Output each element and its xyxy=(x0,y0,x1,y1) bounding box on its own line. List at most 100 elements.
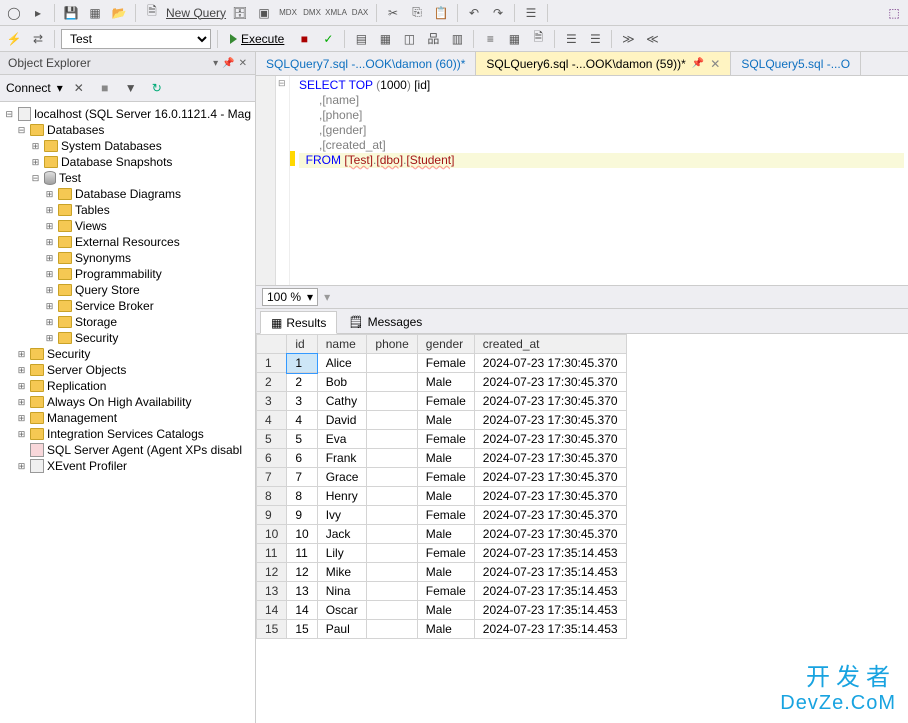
cell[interactable]: Male xyxy=(417,563,474,582)
cell[interactable]: 8 xyxy=(257,487,287,506)
cell[interactable]: 7 xyxy=(257,468,287,487)
expand-icon[interactable]: ⊞ xyxy=(16,429,27,440)
cell[interactable]: 9 xyxy=(257,506,287,525)
collapse-icon[interactable]: ⊟ xyxy=(30,173,41,184)
cell[interactable]: Female xyxy=(417,544,474,563)
expand-icon[interactable]: ⊞ xyxy=(44,205,55,216)
expand-icon[interactable]: ⊞ xyxy=(44,269,55,280)
expand-icon[interactable]: ⊞ xyxy=(16,365,27,376)
pin-icon[interactable]: 📌 xyxy=(222,58,234,69)
cut-icon[interactable]: ✂ xyxy=(383,3,403,23)
outdent-icon[interactable]: ≪ xyxy=(642,29,662,49)
cell[interactable]: 2 xyxy=(287,373,317,392)
expand-icon[interactable]: ⊞ xyxy=(44,333,55,344)
db-child-node[interactable]: ⊞Synonyms xyxy=(2,250,253,266)
cell[interactable]: 11 xyxy=(257,544,287,563)
cell[interactable]: David xyxy=(317,411,367,430)
pin-icon[interactable]: 📌 xyxy=(692,58,704,69)
table-row[interactable]: 11AliceFemale2024-07-23 17:30:45.370 xyxy=(257,354,627,373)
parse-icon[interactable]: ✓ xyxy=(318,29,338,49)
table-row[interactable]: 33CathyFemale2024-07-23 17:30:45.370 xyxy=(257,392,627,411)
cell[interactable] xyxy=(367,430,417,449)
cell[interactable]: 15 xyxy=(287,620,317,639)
new-query-label[interactable]: New Query xyxy=(166,6,226,20)
results-file-icon[interactable]: 🗎 xyxy=(528,29,548,49)
cell[interactable]: 3 xyxy=(287,392,317,411)
connect-icon[interactable]: ⚡ xyxy=(4,29,24,49)
cell[interactable]: 13 xyxy=(287,582,317,601)
find-icon[interactable]: ☰ xyxy=(521,3,541,23)
system-databases-node[interactable]: ⊞System Databases xyxy=(2,138,253,154)
sql-agent-node[interactable]: SQL Server Agent (Agent XPs disabl xyxy=(2,442,253,458)
cell[interactable]: 1 xyxy=(257,354,287,373)
code-text[interactable]: SELECT TOP (1000) [id] ,[name] ,[phone] … xyxy=(295,76,908,285)
cell[interactable]: Nina xyxy=(317,582,367,601)
close-icon[interactable]: ✕ xyxy=(710,57,720,71)
filter-icon[interactable]: ▼ xyxy=(121,78,141,98)
cell[interactable]: 9 xyxy=(287,506,317,525)
expand-icon[interactable]: ⊞ xyxy=(30,141,41,152)
expand-icon[interactable]: ⊞ xyxy=(16,461,27,472)
cell[interactable]: 2024-07-23 17:30:45.370 xyxy=(474,525,626,544)
cell[interactable]: 2024-07-23 17:30:45.370 xyxy=(474,411,626,430)
cell[interactable]: Male xyxy=(417,411,474,430)
cell[interactable]: 4 xyxy=(287,411,317,430)
cell[interactable]: 2024-07-23 17:35:14.453 xyxy=(474,601,626,620)
collapse-icon[interactable]: ⊟ xyxy=(278,78,287,87)
table-row[interactable]: 66FrankMale2024-07-23 17:30:45.370 xyxy=(257,449,627,468)
db-child-node[interactable]: ⊞Tables xyxy=(2,202,253,218)
cell[interactable]: 15 xyxy=(257,620,287,639)
table-row[interactable]: 22BobMale2024-07-23 17:30:45.370 xyxy=(257,373,627,392)
tab-messages[interactable]: 🗒Messages xyxy=(337,311,433,333)
cell[interactable]: 2024-07-23 17:30:45.370 xyxy=(474,487,626,506)
cell[interactable]: Male xyxy=(417,525,474,544)
cell[interactable]: 2024-07-23 17:35:14.453 xyxy=(474,620,626,639)
cell[interactable]: Male xyxy=(417,601,474,620)
server-child-node[interactable]: ⊞Management xyxy=(2,410,253,426)
table-row[interactable]: 1515PaulMale2024-07-23 17:35:14.453 xyxy=(257,620,627,639)
results-grid-icon[interactable]: ▦ xyxy=(504,29,524,49)
cell[interactable]: Paul xyxy=(317,620,367,639)
cell[interactable]: 4 xyxy=(257,411,287,430)
cell[interactable]: Male xyxy=(417,620,474,639)
db-child-node[interactable]: ⊞Programmability xyxy=(2,266,253,282)
cell[interactable] xyxy=(367,487,417,506)
server-child-node[interactable]: ⊞Integration Services Catalogs xyxy=(2,426,253,442)
cell[interactable]: Cathy xyxy=(317,392,367,411)
copy-icon[interactable]: ⎘ xyxy=(407,3,427,23)
cell[interactable]: Female xyxy=(417,468,474,487)
cell[interactable]: 2024-07-23 17:30:45.370 xyxy=(474,392,626,411)
results-text-icon[interactable]: ≡ xyxy=(480,29,500,49)
tab-results[interactable]: ▦Results xyxy=(260,311,337,334)
redo-icon[interactable]: ↷ xyxy=(488,3,508,23)
xmla-icon[interactable]: XMLA xyxy=(326,3,346,23)
cell[interactable]: 2024-07-23 17:35:14.453 xyxy=(474,582,626,601)
column-header[interactable] xyxy=(257,335,287,354)
tab-query7[interactable]: SQLQuery7.sql -...OOK\damon (60))* xyxy=(256,52,476,75)
sql-editor[interactable]: ⊟ SELECT TOP (1000) [id] ,[name] ,[phone… xyxy=(256,76,908,286)
indent-icon[interactable]: ≫ xyxy=(618,29,638,49)
table-row[interactable]: 77GraceFemale2024-07-23 17:30:45.370 xyxy=(257,468,627,487)
nav-fwd-icon[interactable]: ▸ xyxy=(28,3,48,23)
cell[interactable] xyxy=(367,525,417,544)
table-row[interactable]: 55EvaFemale2024-07-23 17:30:45.370 xyxy=(257,430,627,449)
expand-icon[interactable]: ⊞ xyxy=(44,221,55,232)
server-child-node[interactable]: ⊞Server Objects xyxy=(2,362,253,378)
cell[interactable]: Mike xyxy=(317,563,367,582)
nav-back-icon[interactable]: ◯ xyxy=(4,3,24,23)
cell[interactable]: 11 xyxy=(287,544,317,563)
chevron-down-icon[interactable]: ▾ xyxy=(57,81,63,95)
cell[interactable]: Eva xyxy=(317,430,367,449)
stop-icon[interactable]: ■ xyxy=(95,78,115,98)
cell[interactable]: Female xyxy=(417,430,474,449)
column-header[interactable]: name xyxy=(317,335,367,354)
cell[interactable]: 10 xyxy=(287,525,317,544)
xevent-node[interactable]: ⊞XEvent Profiler xyxy=(2,458,253,474)
breakpoint-gutter[interactable] xyxy=(256,76,276,285)
cell[interactable] xyxy=(367,468,417,487)
db-child-node[interactable]: ⊞External Resources xyxy=(2,234,253,250)
comment-icon[interactable]: ☰ xyxy=(561,29,581,49)
cell[interactable]: 7 xyxy=(287,468,317,487)
test-db-node[interactable]: ⊟Test xyxy=(2,170,253,186)
db-child-node[interactable]: ⊞Storage xyxy=(2,314,253,330)
